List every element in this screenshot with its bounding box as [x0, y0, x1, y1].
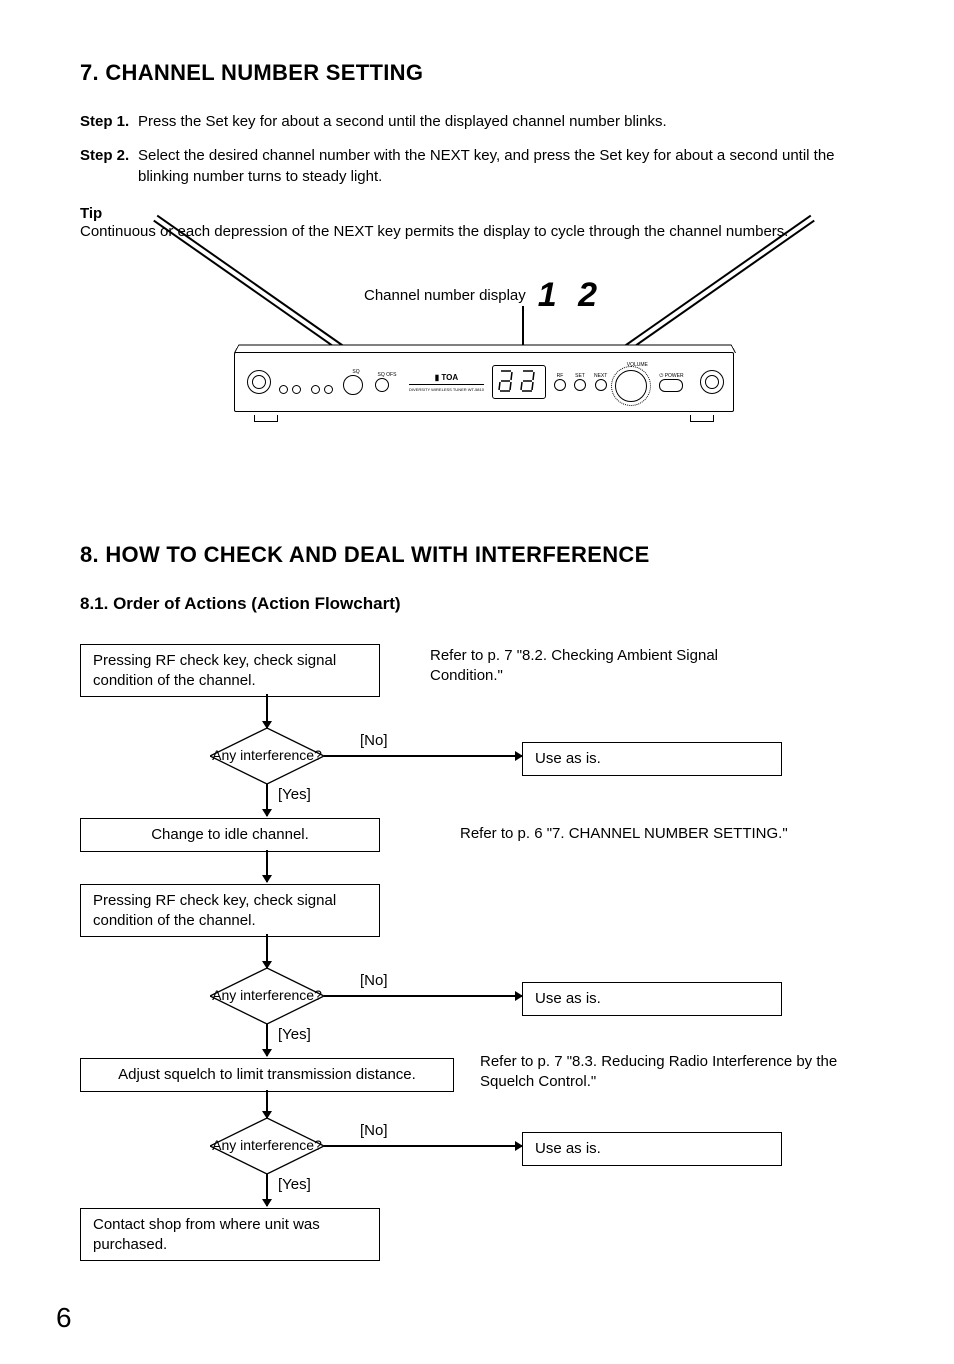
- device-foot-left: [254, 415, 278, 422]
- arrow-icon: [266, 850, 268, 882]
- flow-box-change-channel: Change to idle channel.: [80, 818, 380, 852]
- manual-page: 7. CHANNEL NUMBER SETTING Step 1. Press …: [0, 0, 954, 1364]
- antenna-connector-b: [700, 370, 724, 394]
- flow-ref-1: Refer to p. 7 "8.2. Checking Ambient Sig…: [430, 646, 770, 685]
- flow-box-check-signal-1: Pressing RF check key, check signal cond…: [80, 644, 380, 697]
- channel-display-callout: Channel number display 1 2: [364, 276, 603, 315]
- flow-decision-3: Any interference?: [210, 1118, 324, 1174]
- label-no-2: [No]: [360, 972, 388, 989]
- arrow-icon: [324, 1145, 522, 1147]
- power-button-group: ⏻ POWER: [659, 373, 683, 392]
- arrow-icon: [324, 995, 522, 997]
- brand-logo: ▮ TOA: [409, 373, 484, 385]
- channel-segment-display: [492, 365, 546, 399]
- step-1-text: Press the Set key for about a second unt…: [138, 112, 888, 132]
- flow-box-adjust-squelch: Adjust squelch to limit transmission dis…: [80, 1058, 454, 1092]
- arrow-icon: [324, 755, 522, 757]
- section-8-1-title: 8.1. Order of Actions (Action Flowchart): [80, 594, 888, 614]
- arrow-icon: [266, 1024, 268, 1056]
- step-2: Step 2. Select the desired channel numbe…: [80, 146, 888, 187]
- arrow-icon: [266, 934, 268, 968]
- label-no-1: [No]: [360, 732, 388, 749]
- step-2-text: Select the desired channel number with t…: [138, 146, 888, 187]
- device-illustration: Channel number display 1 2 SQ SQ OFS ▮ T…: [104, 262, 864, 472]
- device-foot-right: [690, 415, 714, 422]
- arrow-icon: [266, 1090, 268, 1118]
- step-2-label: Step 2.: [80, 146, 138, 187]
- indicator-leds: [279, 370, 333, 394]
- volume-knob: [615, 370, 647, 402]
- tip-heading: Tip: [80, 205, 888, 222]
- flow-decision-1: Any interference?: [210, 728, 324, 784]
- label-yes-3: [Yes]: [278, 1176, 311, 1193]
- squelch-knob: [343, 375, 363, 395]
- label-no-3: [No]: [360, 1122, 388, 1139]
- antenna-connector-a: [247, 370, 271, 394]
- callout-label: Channel number display: [364, 287, 526, 304]
- step-1-label: Step 1.: [80, 112, 138, 132]
- set-button: SET: [574, 373, 586, 391]
- model-label: DIVERSITY WIRELESS TUNER WT-5810: [409, 387, 484, 392]
- squelch-offset-knob: [375, 378, 389, 392]
- flow-box-contact-shop: Contact shop from where unit was purchas…: [80, 1208, 380, 1261]
- brand-block: ▮ TOA DIVERSITY WIRELESS TUNER WT-5810: [409, 373, 484, 392]
- step-1: Step 1. Press the Set key for about a se…: [80, 112, 888, 132]
- section-8-title: 8. HOW TO CHECK AND DEAL WITH INTERFEREN…: [80, 542, 888, 568]
- label-yes-2: [Yes]: [278, 1026, 311, 1043]
- power-button: [659, 379, 683, 392]
- callout-number: 1 2: [538, 276, 603, 315]
- flow-box-use-as-is-2: Use as is.: [522, 982, 782, 1016]
- flow-box-use-as-is-3: Use as is.: [522, 1132, 782, 1166]
- rf-button: RF: [554, 373, 566, 391]
- arrow-icon: [266, 784, 268, 816]
- next-button: NEXT: [594, 373, 607, 391]
- flow-ref-4: Refer to p. 7 "8.3. Reducing Radio Inter…: [480, 1052, 860, 1091]
- label-yes-1: [Yes]: [278, 786, 311, 803]
- flow-decision-2: Any interference?: [210, 968, 324, 1024]
- device-front-panel: SQ SQ OFS ▮ TOA DIVERSITY WIRELESS TUNER…: [234, 352, 734, 412]
- flow-box-check-signal-2: Pressing RF check key, check signal cond…: [80, 884, 380, 937]
- arrow-icon: [266, 1174, 268, 1206]
- action-flowchart: Pressing RF check key, check signal cond…: [80, 644, 870, 1324]
- page-number: 6: [56, 1302, 72, 1334]
- section-7-title: 7. CHANNEL NUMBER SETTING: [80, 60, 888, 86]
- tip-body: Continuous or each depression of the NEX…: [80, 222, 888, 242]
- flow-box-use-as-is-1: Use as is.: [522, 742, 782, 776]
- flow-ref-2: Refer to p. 6 "7. CHANNEL NUMBER SETTING…: [460, 824, 840, 844]
- arrow-icon: [266, 694, 268, 728]
